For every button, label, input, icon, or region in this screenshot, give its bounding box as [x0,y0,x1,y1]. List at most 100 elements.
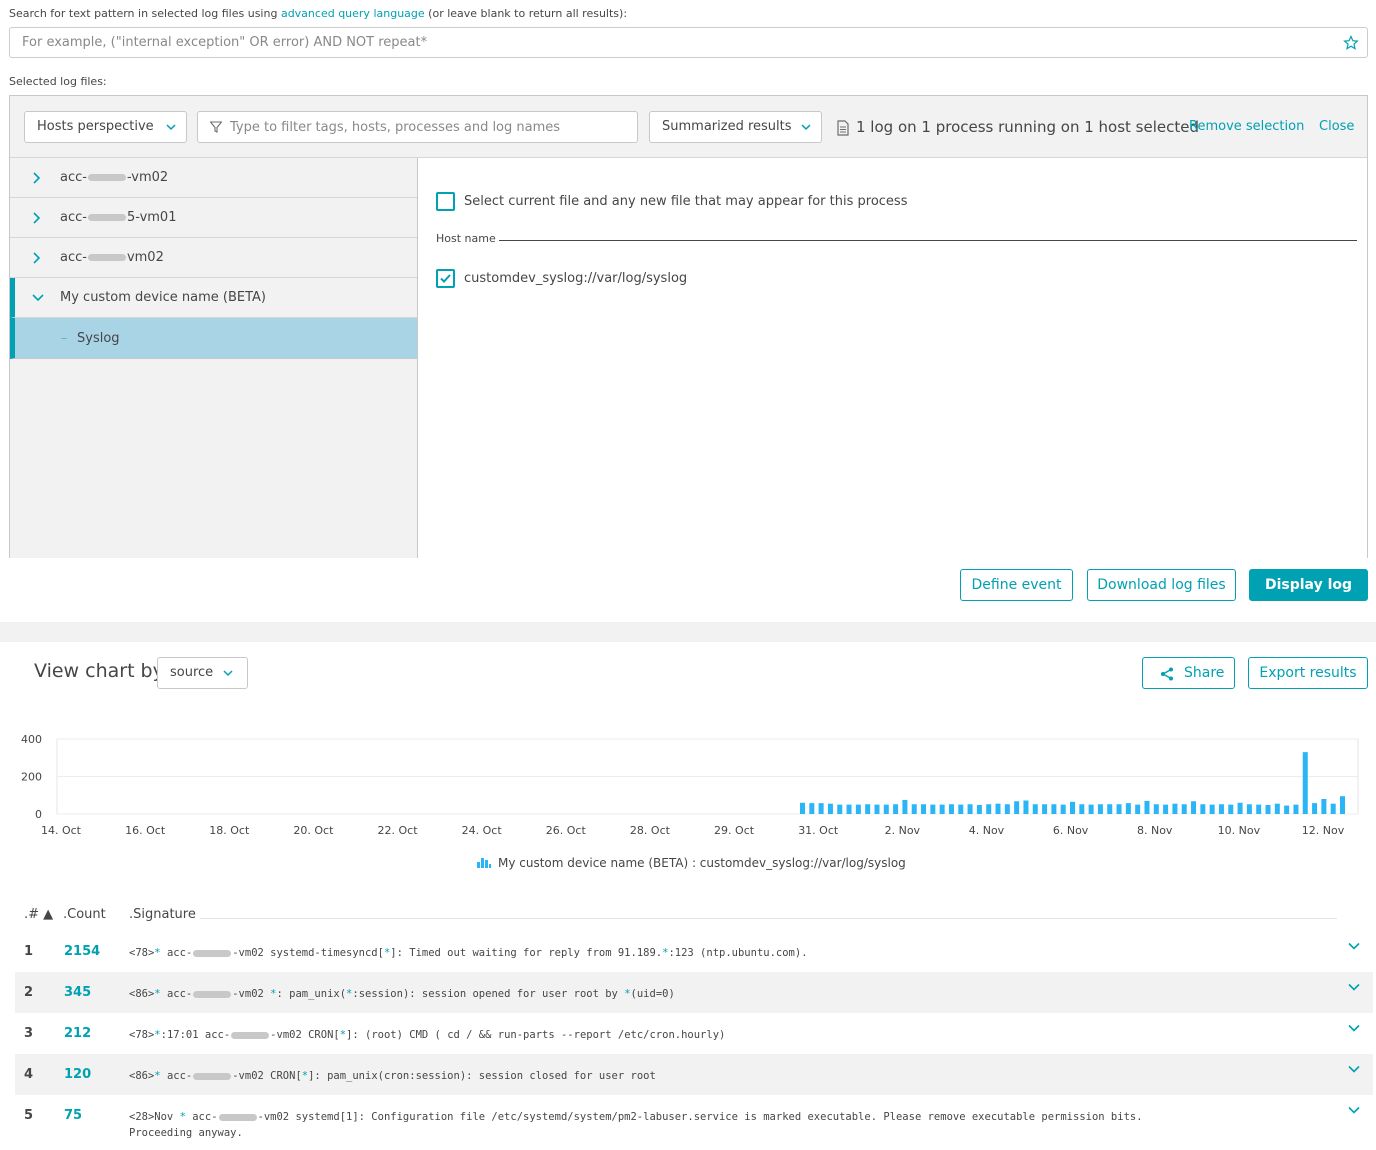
table-row[interactable]: 4 120 <86>* acc- -vm02 CRON[*]: pam_unix(… [15,1054,1373,1095]
x-tick-label: 8. Nov [1137,824,1173,837]
row-signature: <28>Nov * acc- -vm02 systemd[1]: Configur… [129,1111,1143,1139]
bar [1032,804,1038,814]
bar [1274,803,1280,814]
column-header-num[interactable]: .# ▲ [24,907,53,922]
bar [1246,804,1252,814]
host-name-divider [499,240,1357,241]
chevron-right-icon[interactable] [32,252,41,264]
row-number: 3 [24,1026,34,1041]
bar [1200,804,1206,814]
bar [1070,801,1075,814]
table-row[interactable]: 5 75 <28>Nov * acc- -vm02 systemd[1]: Con… [15,1095,1373,1147]
tree-item-host-2[interactable]: acc- 5-vm01 [10,198,417,238]
header-divider [200,918,1337,919]
x-tick-label: 28. Oct [630,824,671,837]
redacted-mark [193,990,232,998]
tree-item-label: acc- 5-vm01 [60,210,177,225]
row-number: 2 [24,985,34,1000]
results-mode-dropdown[interactable]: Summarized results [649,111,822,143]
row-count[interactable]: 75 [64,1108,82,1123]
column-header-count[interactable]: .Count [63,907,106,922]
x-tick-label: 22. Oct [378,824,419,837]
bar [911,804,917,814]
table-row[interactable]: 2 345 <86>* acc- -vm02 *: pam_unix(*:sess… [15,972,1373,1013]
perspective-dropdown[interactable]: Hosts perspective [24,111,187,143]
chevron-down-icon[interactable] [1348,1106,1360,1114]
star-icon[interactable] [1343,35,1359,51]
bar [1023,800,1029,814]
chevron-right-icon[interactable] [32,172,41,184]
row-signature: <78>*:17:01 acc- -vm02 CRON[*]: (root) CM… [129,1029,726,1041]
bar [948,804,954,814]
chevron-down-icon[interactable] [1348,942,1360,950]
bar [986,804,992,814]
log-volume-chart: 400 200 0 14. Oct 16. Oct 18. Oct 20. Oct 22. O… [21,733,1359,837]
filter-icon [210,121,222,133]
row-count[interactable]: 2154 [64,944,100,959]
bar [1330,803,1336,814]
row-count[interactable]: 212 [64,1026,91,1041]
tree-item-host-1[interactable]: acc- -vm02 [10,158,417,198]
bar [976,805,982,814]
redacted-mark [87,174,126,181]
tree-item-label: acc-vm02 [60,250,164,265]
display-log-button[interactable]: Display log [1249,569,1368,601]
chevron-down-icon[interactable] [1348,983,1360,991]
bar [1014,801,1020,814]
select-current-checkbox[interactable] [436,192,455,211]
define-event-button[interactable]: Define event [960,569,1073,601]
remove-selection-link[interactable]: Remove selection [1189,119,1304,134]
file-checkbox[interactable] [436,269,455,288]
bar [1302,752,1308,814]
view-by-dropdown[interactable]: source [157,657,248,689]
column-header-signature[interactable]: .Signature [129,907,196,922]
row-count[interactable]: 345 [64,985,91,1000]
chevron-down-icon[interactable] [32,293,44,302]
bar [1209,804,1215,814]
y-tick-label: 200 [21,771,42,784]
bar [1172,803,1178,814]
bar [995,803,1001,814]
export-results-button[interactable]: Export results [1248,657,1368,689]
redacted-mark [218,1113,257,1121]
redacted-mark [231,1031,270,1039]
close-link[interactable]: Close [1319,119,1354,134]
redacted-mark [87,254,126,261]
bar [818,803,824,814]
select-current-label: Select current file and any new file tha… [464,194,908,209]
x-tick-label: 18. Oct [209,824,250,837]
download-log-files-button[interactable]: Download log files [1087,569,1236,601]
bar [1042,804,1048,814]
advanced-query-link[interactable]: advanced query language [281,7,425,20]
tree-connector [61,338,67,339]
y-tick-label: 400 [21,733,42,746]
chevron-down-icon[interactable] [1348,1065,1360,1073]
filter-input[interactable] [228,112,628,142]
perspective-value: Hosts perspective [37,119,154,134]
tree-item-label: acc- -vm02 [60,170,169,185]
chevron-right-icon[interactable] [32,212,41,224]
bar [1060,804,1066,814]
tree-item-custom-device[interactable]: My custom device name (BETA) [10,278,417,318]
bar [1135,804,1141,814]
checkmark-icon [440,274,451,283]
bar [874,804,880,814]
x-tick-label: 24. Oct [462,824,503,837]
tree-item-syslog[interactable]: Syslog [10,318,417,359]
share-button[interactable]: Share [1142,657,1235,689]
chevron-down-icon[interactable] [1348,1024,1360,1032]
results-mode-value: Summarized results [662,119,792,134]
log-file-icon [837,120,849,136]
table-row[interactable]: 1 2154 <78>* acc- -vm02 systemd-timesyncd… [15,931,1373,972]
panel-toolbar: Hosts perspective Summarized results 1 l… [10,96,1367,158]
row-count[interactable]: 120 [64,1067,91,1082]
table-row[interactable]: 3 212 <78>*:17:01 acc- -vm02 CRON[*]: (ro… [15,1013,1373,1054]
file-selection-pane: Select current file and any new file tha… [418,158,1367,558]
tree-item-host-3[interactable]: acc-vm02 [10,238,417,278]
bar [958,804,964,814]
x-tick-label: 29. Oct [714,824,755,837]
tree-item-label: Syslog [77,331,120,346]
chevron-down-icon [223,670,233,677]
search-input[interactable] [10,28,1310,57]
bar [930,804,936,814]
